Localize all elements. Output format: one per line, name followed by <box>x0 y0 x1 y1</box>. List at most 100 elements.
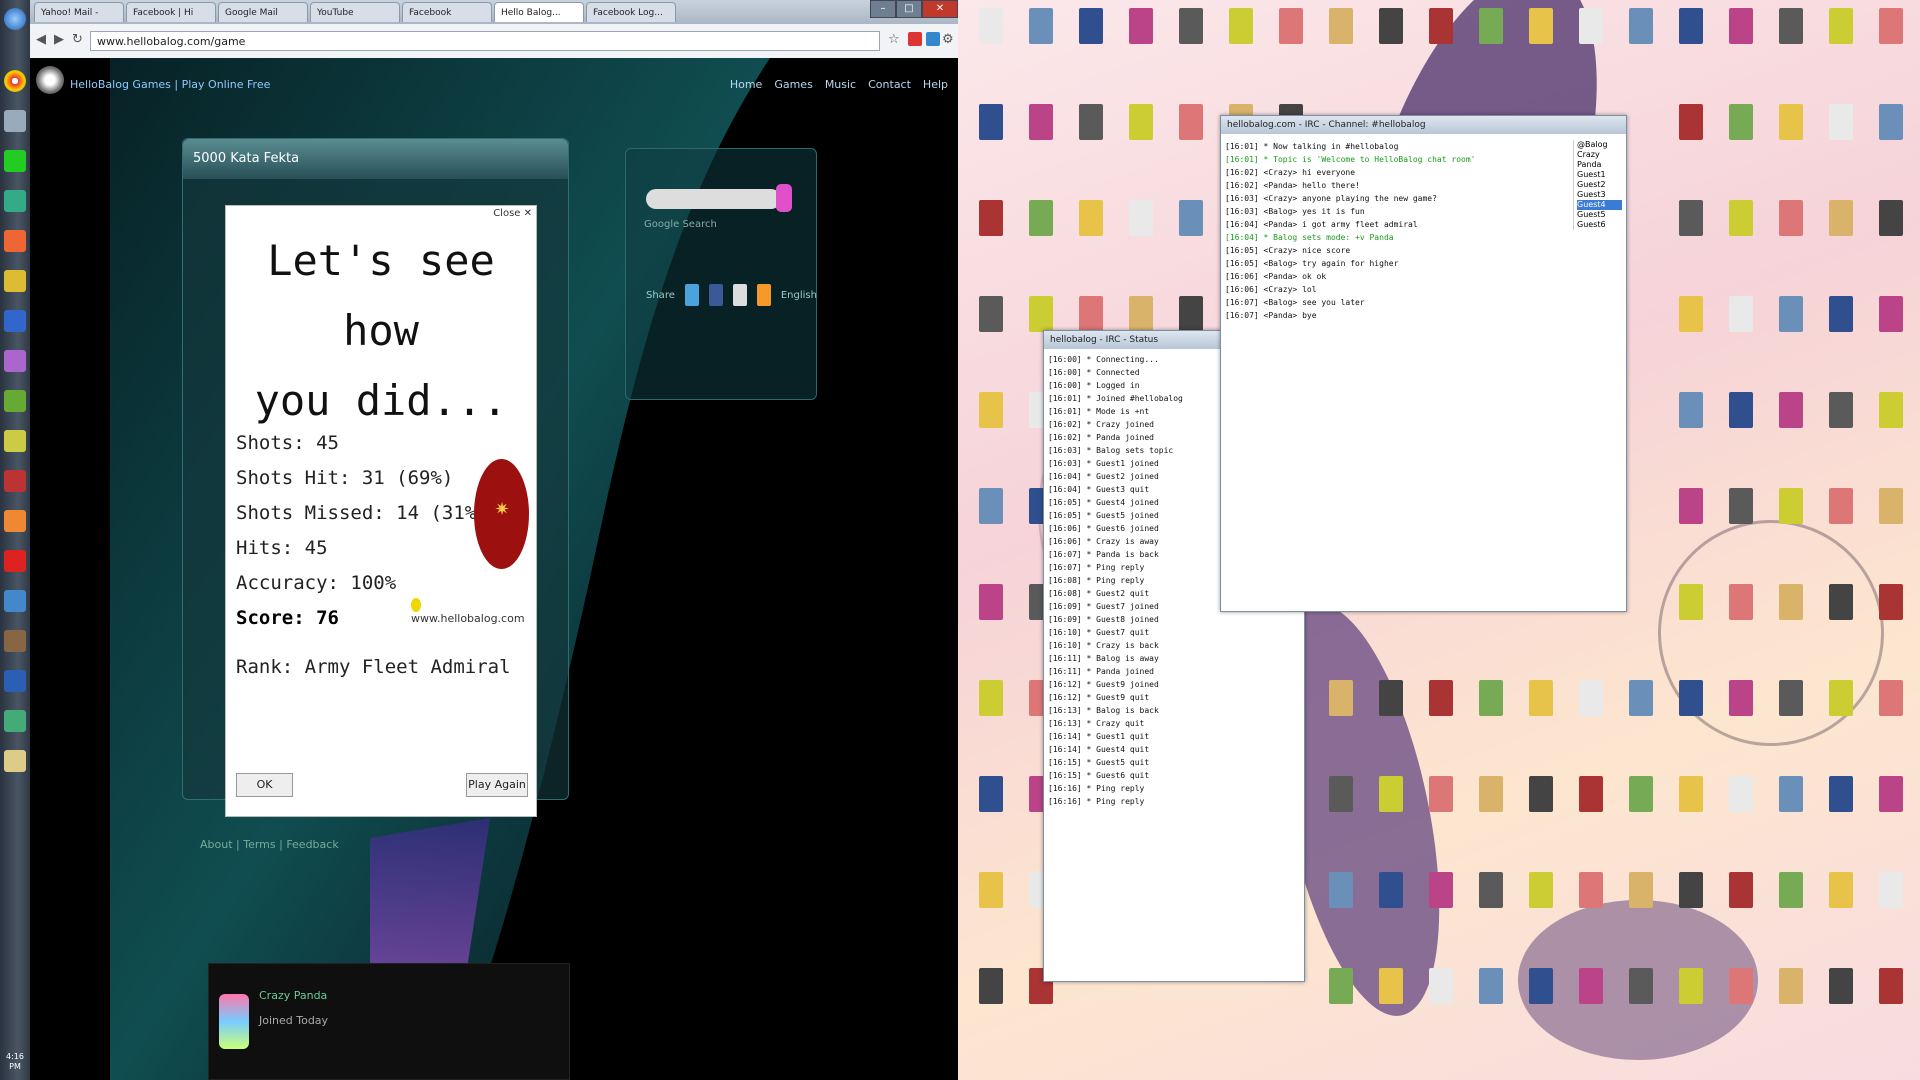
desktop-file-icon[interactable] <box>1368 680 1414 742</box>
desktop-file-icon[interactable] <box>1868 296 1914 358</box>
desktop-file-icon[interactable] <box>1418 872 1464 934</box>
nick-item[interactable]: Guest3 <box>1577 190 1622 200</box>
desktop-file-icon[interactable] <box>1818 200 1864 262</box>
desktop-file-icon[interactable] <box>1518 8 1564 70</box>
desktop-file-icon[interactable] <box>1818 776 1864 838</box>
close-button[interactable]: ✕ <box>922 0 958 18</box>
desktop-file-icon[interactable] <box>1768 872 1814 934</box>
app-icon[interactable] <box>4 710 26 732</box>
desktop-file-icon[interactable] <box>1718 584 1764 646</box>
desktop-file-icon[interactable] <box>1418 968 1464 1030</box>
desktop-file-icon[interactable] <box>1768 488 1814 550</box>
desktop-file-icon[interactable] <box>1818 8 1864 70</box>
app-icon[interactable] <box>4 270 26 292</box>
desktop-file-icon[interactable] <box>1868 392 1914 454</box>
app-icon[interactable] <box>4 110 26 132</box>
wrench-icon[interactable]: ⚙ <box>942 32 954 47</box>
desktop-file-icon[interactable] <box>1318 8 1364 70</box>
desktop-file-icon[interactable] <box>1318 680 1364 742</box>
desktop-file-icon[interactable] <box>1018 8 1064 70</box>
language-link[interactable]: English <box>781 290 817 301</box>
nick-item[interactable]: Guest5 <box>1577 210 1622 220</box>
play-again-button[interactable]: Play Again <box>466 773 528 797</box>
desktop-file-icon[interactable] <box>1168 104 1214 166</box>
nick-item[interactable]: Crazy <box>1577 150 1622 160</box>
desktop-file-icon[interactable] <box>1618 872 1664 934</box>
desktop-file-icon[interactable] <box>968 872 1014 934</box>
desktop-file-icon[interactable] <box>1868 776 1914 838</box>
app-icon[interactable] <box>4 190 26 212</box>
desktop-file-icon[interactable] <box>1768 392 1814 454</box>
desktop-file-icon[interactable] <box>1618 776 1664 838</box>
extension-icon[interactable] <box>926 32 940 46</box>
desktop-file-icon[interactable] <box>1768 8 1814 70</box>
desktop-file-icon[interactable] <box>1268 8 1314 70</box>
desktop-file-icon[interactable] <box>1868 104 1914 166</box>
nav-link[interactable]: Help <box>923 78 948 91</box>
rss-icon[interactable] <box>756 284 771 306</box>
search-input[interactable] <box>646 189 781 209</box>
desktop-file-icon[interactable] <box>1118 104 1164 166</box>
desktop-file-icon[interactable] <box>968 8 1014 70</box>
extension-icon[interactable] <box>908 32 922 46</box>
desktop-file-icon[interactable] <box>1718 200 1764 262</box>
desktop-file-icon[interactable] <box>1068 200 1114 262</box>
desktop-file-icon[interactable] <box>1818 104 1864 166</box>
taskbar-clock[interactable]: 4:16 PM <box>1 1052 29 1072</box>
desktop-file-icon[interactable] <box>1718 392 1764 454</box>
desktop-file-icon[interactable] <box>1168 8 1214 70</box>
desktop-file-icon[interactable] <box>1618 680 1664 742</box>
minimize-button[interactable]: – <box>870 0 896 18</box>
desktop-file-icon[interactable] <box>968 200 1014 262</box>
desktop-file-icon[interactable] <box>1318 968 1364 1030</box>
desktop-file-icon[interactable] <box>1468 8 1514 70</box>
address-bar[interactable]: www.hellobalog.com/game <box>90 31 880 51</box>
desktop-file-icon[interactable] <box>1868 584 1914 646</box>
desktop-file-icon[interactable] <box>1668 8 1714 70</box>
desktop-file-icon[interactable] <box>1668 296 1714 358</box>
desktop-file-icon[interactable] <box>1718 104 1764 166</box>
desktop-file-icon[interactable] <box>968 296 1014 358</box>
desktop-file-icon[interactable] <box>1018 104 1064 166</box>
desktop-file-icon[interactable] <box>1568 680 1614 742</box>
close-icon[interactable]: Close ✕ <box>493 208 532 219</box>
desktop-file-icon[interactable] <box>1718 776 1764 838</box>
desktop-file-icon[interactable] <box>1368 8 1414 70</box>
desktop-file-icon[interactable] <box>1818 680 1864 742</box>
desktop-file-icon[interactable] <box>1818 296 1864 358</box>
desktop-file-icon[interactable] <box>1818 968 1864 1030</box>
desktop-file-icon[interactable] <box>1568 968 1614 1030</box>
desktop-file-icon[interactable] <box>1668 200 1714 262</box>
desktop-file-icon[interactable] <box>968 968 1014 1030</box>
footer-links[interactable]: About | Terms | Feedback <box>200 838 339 851</box>
start-button[interactable] <box>4 8 26 30</box>
nav-link[interactable]: Games <box>774 78 812 91</box>
desktop-file-icon[interactable] <box>1468 968 1514 1030</box>
desktop-file-icon[interactable] <box>1318 776 1364 838</box>
desktop-file-icon[interactable] <box>1818 488 1864 550</box>
nav-link[interactable]: Music <box>825 78 856 91</box>
reload-icon[interactable]: ↻ <box>72 32 83 47</box>
desktop-file-icon[interactable] <box>1118 200 1164 262</box>
search-button[interactable] <box>776 184 792 212</box>
desktop-file-icon[interactable] <box>1568 776 1614 838</box>
avatar[interactable] <box>219 994 249 1049</box>
desktop-file-icon[interactable] <box>968 104 1014 166</box>
desktop-file-icon[interactable] <box>1768 776 1814 838</box>
forward-icon[interactable]: ▶ <box>54 32 64 47</box>
bookmark-icon[interactable] <box>732 284 747 306</box>
desktop-file-icon[interactable] <box>1518 968 1564 1030</box>
desktop-file-icon[interactable] <box>1518 872 1564 934</box>
desktop-file-icon[interactable] <box>968 776 1014 838</box>
desktop-file-icon[interactable] <box>1868 8 1914 70</box>
nick-item[interactable]: @Balog <box>1577 140 1622 150</box>
desktop-file-icon[interactable] <box>1668 776 1714 838</box>
rank-link[interactable]: www.hellobalog.com <box>411 598 536 625</box>
tab[interactable]: YouTube <box>310 2 400 22</box>
desktop-file-icon[interactable] <box>1368 872 1414 934</box>
desktop-file-icon[interactable] <box>1468 872 1514 934</box>
desktop-file-icon[interactable] <box>1218 8 1264 70</box>
desktop-file-icon[interactable] <box>1818 392 1864 454</box>
desktop-file-icon[interactable] <box>1468 776 1514 838</box>
ok-button[interactable]: OK <box>236 773 293 797</box>
